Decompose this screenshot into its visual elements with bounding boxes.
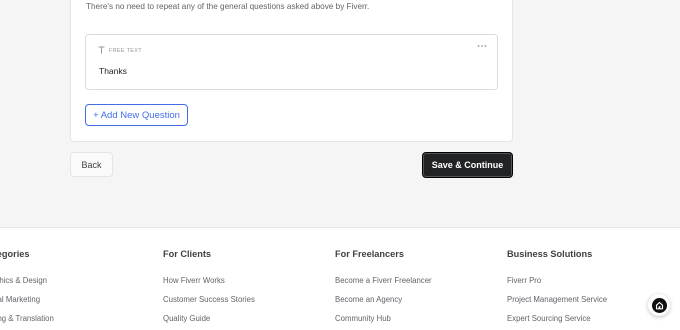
- footer-link[interactable]: How Fiverr Works: [163, 276, 225, 285]
- footer-link[interactable]: Fiverr Pro: [507, 276, 541, 285]
- question-type-text: FREE TEXT: [109, 48, 142, 54]
- requirements-info-text: There's no need to repeat any of the gen…: [86, 2, 370, 11]
- chat-widget-button[interactable]: [648, 294, 670, 316]
- question-type-label: FREE TEXT: [98, 46, 142, 56]
- chat-assistant-icon: [651, 297, 667, 313]
- footer-link[interactable]: Become a Fiverr Freelancer: [335, 276, 432, 285]
- footer-link[interactable]: Quality Guide: [163, 314, 210, 323]
- footer-link[interactable]: Digital Marketing: [0, 295, 40, 304]
- requirements-card: There's no need to repeat any of the gen…: [70, 0, 513, 142]
- footer-link[interactable]: Writing & Translation: [0, 314, 54, 323]
- footer-link[interactable]: Customer Success Stories: [163, 295, 255, 304]
- add-new-question-button[interactable]: + Add New Question: [85, 104, 188, 126]
- footer-column-title: For Freelancers: [335, 249, 404, 259]
- back-button[interactable]: Back: [70, 152, 113, 177]
- site-footer: Categories Graphics & Design Digital Mar…: [0, 227, 680, 330]
- more-horizontal-icon[interactable]: [477, 40, 487, 51]
- footer-column-title: Business Solutions: [507, 249, 593, 259]
- footer-link[interactable]: Expert Sourcing Service: [507, 314, 591, 323]
- save-and-continue-button[interactable]: Save & Continue: [422, 152, 513, 178]
- footer-link[interactable]: Community Hub: [335, 314, 391, 323]
- footer-link[interactable]: Become an Agency: [335, 295, 402, 304]
- text-icon: [98, 46, 105, 56]
- footer-column-title: Categories: [0, 249, 30, 259]
- footer-link[interactable]: Project Management Service: [507, 295, 607, 304]
- question-text: Thanks: [99, 66, 127, 76]
- gig-requirements-section: There's no need to repeat any of the gen…: [0, 0, 680, 227]
- footer-link[interactable]: Graphics & Design: [0, 276, 47, 285]
- footer-column-title: For Clients: [163, 249, 211, 259]
- question-item[interactable]: FREE TEXT Thanks: [85, 34, 498, 90]
